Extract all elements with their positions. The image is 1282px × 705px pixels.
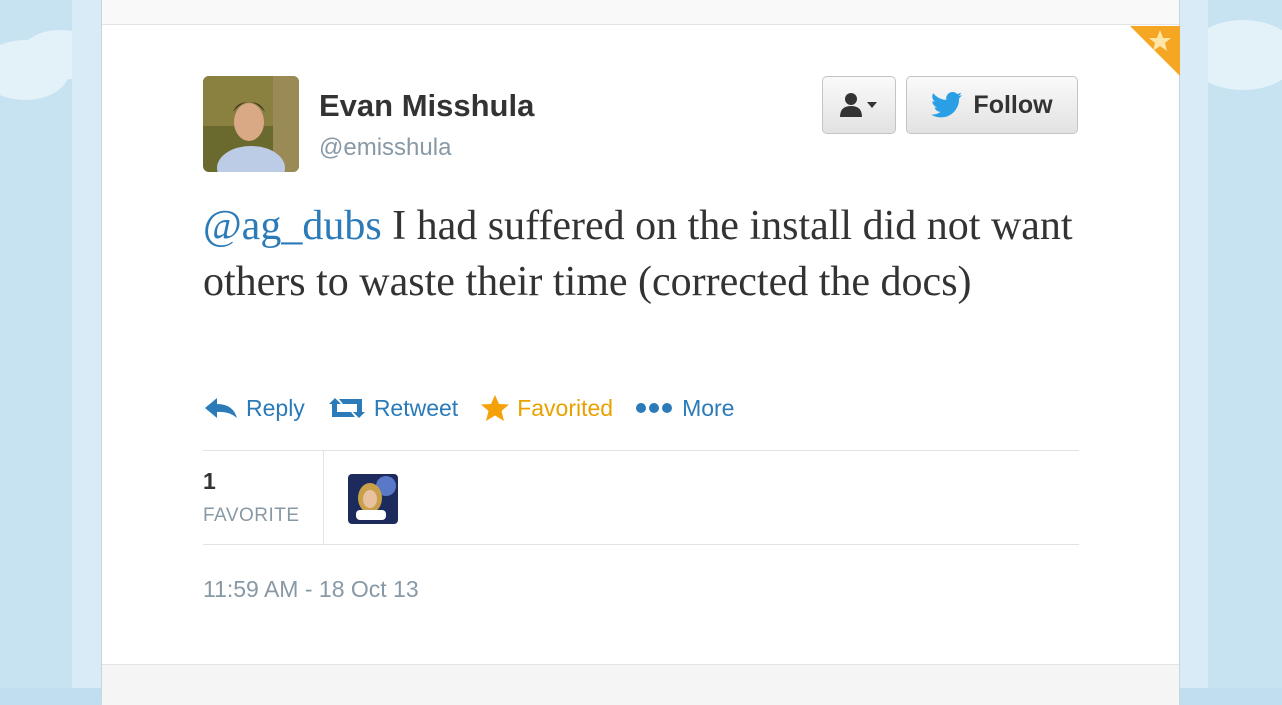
follow-button[interactable]: Follow — [906, 76, 1078, 134]
stats-divider — [323, 451, 324, 544]
retweet-label: Retweet — [373, 394, 459, 421]
tweet-timestamp[interactable]: 11:59 AM - 18 Oct 13 — [203, 576, 419, 603]
tweet-text: @ag_dubs I had suffered on the install d… — [203, 198, 1083, 310]
more-label: More — [682, 394, 735, 421]
tweet-mention-link[interactable]: @ag_dubs — [203, 203, 382, 249]
user-dropdown-icon — [840, 93, 877, 117]
favorite-count-label: FAVORITE — [203, 505, 300, 526]
tweet-actions: Reply Retweet Favorited More — [203, 394, 756, 422]
star-icon — [1130, 26, 1180, 76]
background-strip-right — [1178, 0, 1208, 688]
divider — [203, 544, 1079, 545]
favorited-corner-badge — [1130, 26, 1180, 76]
author-avatar[interactable] — [203, 76, 299, 172]
card-top-band — [102, 0, 1179, 25]
favorited-label: Favorited — [517, 394, 614, 421]
follow-label: Follow — [973, 90, 1053, 119]
retweet-icon — [328, 398, 365, 418]
favoriter-avatar[interactable] — [348, 474, 398, 524]
background-strip-left — [72, 0, 102, 688]
author-name[interactable]: Evan Misshula — [319, 88, 534, 124]
author-handle[interactable]: @emisshula — [319, 134, 451, 162]
more-button[interactable]: More — [635, 395, 734, 422]
reply-label: Reply — [246, 394, 305, 421]
reply-button[interactable]: Reply — [203, 395, 305, 422]
twitter-bird-icon — [931, 92, 963, 118]
ellipsis-icon — [636, 403, 673, 413]
avatar-image — [203, 76, 299, 172]
reply-arrow-icon — [205, 398, 237, 418]
favorite-button[interactable]: Favorited — [480, 394, 613, 422]
tweet-card: Evan Misshula @emisshula Follow @ag_dubs… — [101, 0, 1180, 705]
star-icon — [481, 395, 510, 421]
divider — [203, 450, 1079, 451]
card-bottom-band — [102, 664, 1179, 705]
favorite-count[interactable]: 1 — [203, 468, 216, 495]
user-actions-dropdown[interactable] — [822, 76, 896, 134]
avatar-image — [348, 474, 398, 524]
retweet-button[interactable]: Retweet — [327, 395, 458, 422]
